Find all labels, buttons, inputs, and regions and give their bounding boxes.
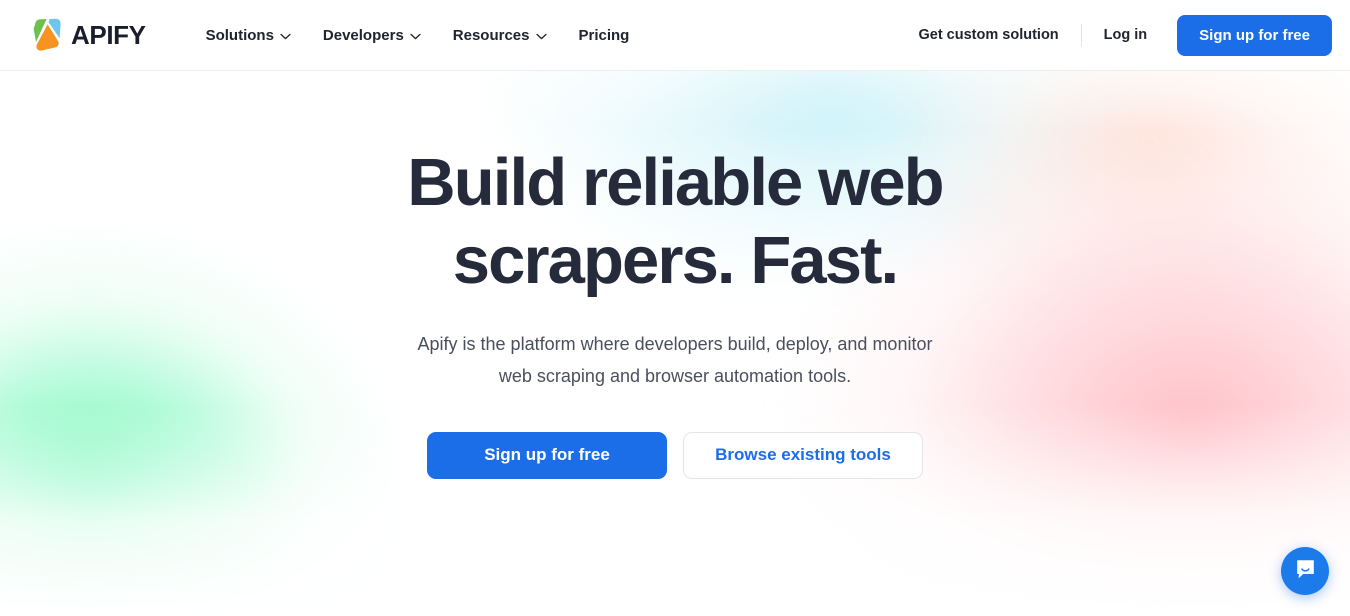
hero-browse-tools-button[interactable]: Browse existing tools [683,431,923,479]
hero-cta-row: Sign up for free Browse existing tools [0,431,1350,479]
hero-content: Build reliable web scrapers. Fast. Apify… [0,71,1350,479]
nav-label-resources: Resources [452,26,530,44]
hero-subheadline-line-1: Apify is the platform where developers b… [417,333,933,354]
site-header: APIFY Solutions Developers Resources Pri… [0,0,1350,71]
hero-subheadline-line-2: web scraping and browser automation tool… [498,365,852,386]
nav-item-resources[interactable]: Resources [437,19,563,52]
hero-headline-line-2: scrapers. Fast. [452,223,899,299]
chevron-down-icon [410,31,421,40]
brand-wordmark: APIFY [71,20,146,50]
header-actions: Get custom solution Log in Sign up for f… [906,14,1332,56]
hero-signup-button[interactable]: Sign up for free [427,431,667,479]
chat-launcher-button[interactable] [1281,547,1329,595]
get-custom-solution-link[interactable]: Get custom solution [906,19,1070,51]
chevron-down-icon [280,31,291,40]
login-link[interactable]: Log in [1092,19,1160,51]
page-root: APIFY Solutions Developers Resources Pri… [0,0,1350,616]
hero-headline: Build reliable web scrapers. Fast. [295,144,1055,301]
nav-item-developers[interactable]: Developers [307,19,437,52]
chevron-down-icon [535,31,547,40]
header-signup-button[interactable]: Sign up for free [1177,14,1332,56]
nav-label-pricing: Pricing [578,26,630,44]
chat-bubble-smile-icon [1293,557,1318,585]
nav-label-developers: Developers [322,26,404,44]
header-divider [1080,24,1082,46]
nav-item-pricing[interactable]: Pricing [563,19,646,52]
nav-label-solutions: Solutions [205,26,274,44]
main-navigation: Solutions Developers Resources Pricing [190,19,646,52]
hero-subheadline: Apify is the platform where developers b… [403,328,948,392]
hero-section: Build reliable web scrapers. Fast. Apify… [0,71,1350,616]
apify-logo-icon [32,18,62,52]
hero-headline-line-1: Build reliable web [407,145,944,220]
nav-item-solutions[interactable]: Solutions [190,19,307,52]
brand-logo-link[interactable]: APIFY [32,18,146,52]
